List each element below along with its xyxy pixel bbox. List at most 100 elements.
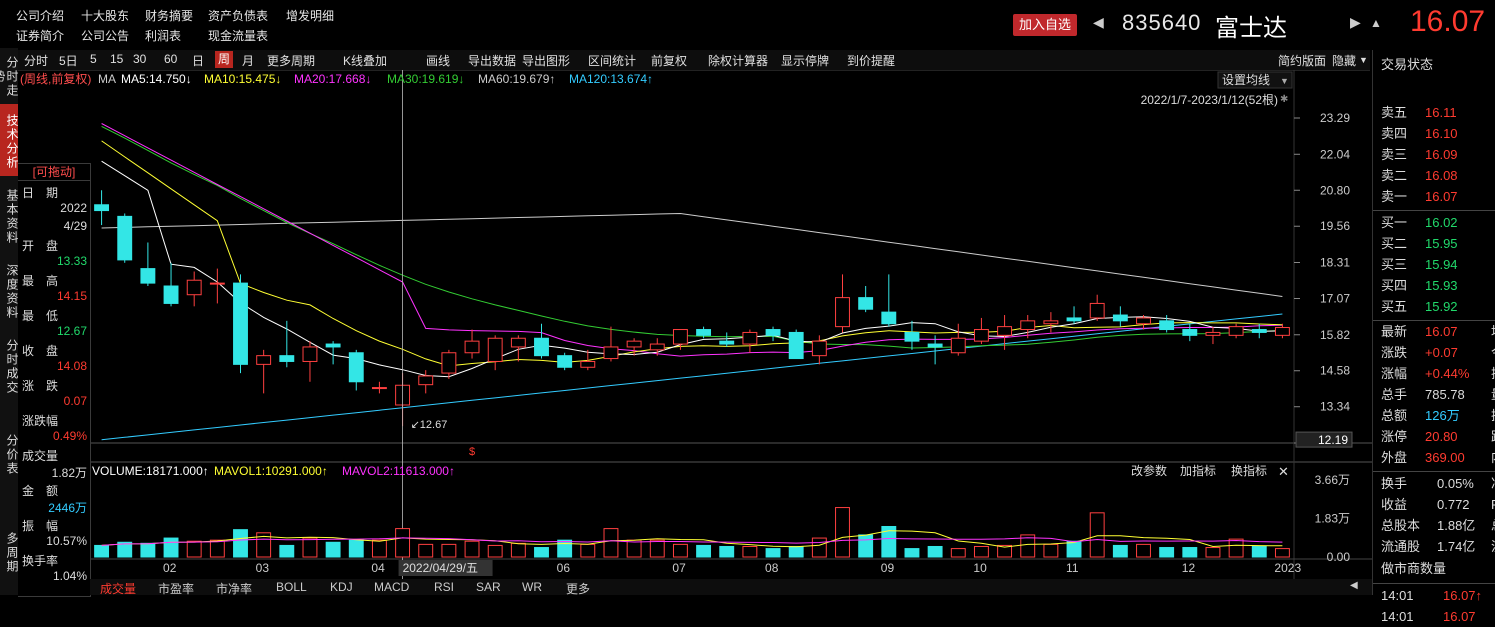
candle-body [117,215,133,261]
volume-bar [1159,547,1175,558]
toolbar-item[interactable]: 导出图形 [522,52,570,69]
kline-chart[interactable]: 23.29 22.04 20.80 19.56 18.31 17.07 15.82 14.58… [18,70,1372,579]
volume-bar [163,537,179,558]
candle-body [1112,314,1128,322]
candle-body [580,360,596,368]
toolbar-item[interactable]: 15 [110,52,123,66]
menu-item[interactable]: 公司介绍 [16,7,64,24]
simple-layout-button[interactable]: 简约版面 [1278,52,1326,69]
menu-item[interactable]: 增发明细 [286,7,334,24]
toolbar-item[interactable]: 到价提醒 [847,52,895,69]
sell-row: 卖五 16.11 [1381,102,1495,123]
candle-body [1043,320,1059,325]
toolbar-item[interactable]: 显示停牌 [781,52,829,69]
price-tick-label: 13.34 [1320,400,1350,414]
menu-item[interactable]: 资产负债表 [208,7,268,24]
scroll-up-icon[interactable]: ▲ [1370,16,1382,30]
indicator-tab[interactable]: 成交量 [100,580,136,597]
toolbar-item[interactable]: 前复权 [651,52,687,69]
candle-body [279,355,295,362]
close-icon: ✕ [1278,464,1289,479]
candle-body [1020,320,1036,331]
menu-item[interactable]: 十大股东 [81,7,129,24]
indicator-tab[interactable]: BOLL [276,580,307,594]
info-value: 12.67 [56,324,87,338]
prev-stock-arrow-icon[interactable]: ◀ [1093,14,1104,31]
add-to-watchlist-button[interactable]: 加入自选 [1013,14,1078,36]
x-axis-label: 08 [765,561,779,575]
toolbar-item[interactable]: 30 [133,52,146,66]
ma5-line [101,160,1283,378]
indicator-tab[interactable]: 市盈率 [158,580,194,597]
sell-label: 卖五 [1381,105,1408,120]
drag-handle[interactable]: [可拖动] [18,164,90,181]
chart-period-label: (周线,前复权) [20,71,91,86]
info-label: 成交量 [22,449,59,463]
toolbar-item[interactable]: 月 [242,52,254,69]
candle-body [557,355,573,368]
menu-item[interactable]: 证券简介 [16,27,64,44]
indicator-tab[interactable]: MACD [374,580,409,594]
current-price: 16.07 [1410,5,1486,38]
stat-extra: P [1491,494,1495,515]
left-tab[interactable]: 分价表 [0,403,19,503]
info-value: 1.04% [52,569,87,583]
stat-label: 涨停 [1381,429,1408,444]
left-tab[interactable]: 基本资料 [0,178,19,251]
volume-legend-item: MAVOL2:11613.000↑ [342,464,455,478]
market-maker-label: 做市商数量 [1381,561,1447,576]
candle-body [1205,331,1221,336]
left-tab[interactable]: 多周期 [0,506,19,595]
left-tab[interactable]: 深度资料 [0,253,19,326]
menu-item[interactable]: 公司公告 [81,27,129,44]
indicator-tab[interactable]: KDJ [330,580,353,594]
indicator-tab[interactable]: SAR [476,580,501,594]
toolbar-item[interactable]: 分时 [24,52,48,69]
candle-body [233,282,248,365]
toolbar-item[interactable]: 导出数据 [468,52,516,69]
stat-value: 0.772 [1437,497,1470,512]
candle-body [464,340,480,354]
indicator-tab[interactable]: 市净率 [216,580,252,597]
toolbar-item[interactable]: 日 [192,52,204,69]
hide-button[interactable]: 隐藏 [1332,52,1356,69]
menu-item[interactable]: 财务摘要 [145,7,193,24]
cursor-date-label: 2022/04/29/五 [403,561,478,575]
indicator-tab[interactable]: WR [522,580,542,594]
left-tab[interactable]: 分时成交 [0,328,19,401]
candle-body [881,311,897,325]
dropdown-icon[interactable]: ▼ [1359,55,1368,65]
toolbar-item[interactable]: 周 [215,51,234,68]
x-axis-label: 02 [163,561,177,575]
toolbar-item[interactable]: 5 [90,52,97,66]
volume-bar [1136,543,1151,558]
left-tab[interactable]: 技术分析 [0,104,19,176]
info-panel[interactable]: [可拖动] 日 期 2022 4/29 开 盘 13.33 最 高 14.15 最 低 12.67… [18,163,91,597]
ma-settings-label: 设置均线 [1222,73,1270,87]
mavol2-line [101,537,1283,546]
menu-item[interactable]: 现金流量表 [208,27,268,44]
toolbar-item[interactable]: 画线 [426,52,450,69]
toolbar-item[interactable]: K线叠加 [343,52,387,69]
toolbar-item[interactable]: 更多周期 [267,52,315,69]
volume-bar [904,548,920,558]
sell-row: 卖三 16.09 [1381,144,1495,165]
buy-price: 15.95 [1425,236,1458,251]
info-label: 最 低 [22,309,59,323]
toolbar-item[interactable]: 除权计算器 [708,52,768,69]
stat-value: 369.00 [1425,450,1465,465]
volume-bar [765,548,781,558]
divider [1373,471,1495,472]
menu-item[interactable]: 利润表 [145,27,181,44]
volume-bar [140,542,156,558]
toolbar-item[interactable]: 60 [164,52,177,66]
toolbar-item[interactable]: 5日 [59,52,78,69]
toolbar-item[interactable]: 区间统计 [588,52,636,69]
scroll-left-icon[interactable]: ◀ [1350,580,1358,591]
info-value: 14.15 [56,289,87,303]
left-tab[interactable]: 分时走势 [0,48,19,102]
candle-body [1228,326,1244,336]
indicator-tab[interactable]: 更多 [566,580,590,597]
indicator-tab[interactable]: RSI [434,580,454,594]
next-stock-arrow-icon[interactable]: ▶ [1350,14,1361,31]
